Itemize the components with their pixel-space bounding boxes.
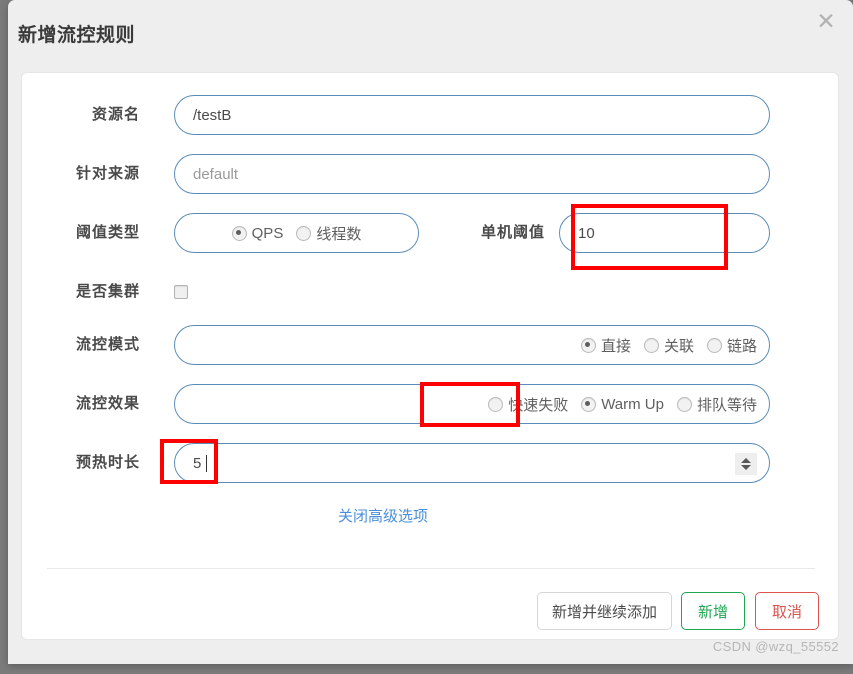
footer-divider	[47, 568, 815, 569]
form-row-threshold-type: 阈值类型 QPS 线程数 单机阈值 10	[22, 213, 840, 253]
single-threshold-label: 单机阈值	[480, 224, 545, 241]
warmup-duration-input[interactable]: 5	[174, 443, 770, 483]
radio-unchecked-icon	[706, 337, 722, 353]
spinner-updown-icon[interactable]	[735, 453, 757, 475]
form-row-origin: 针对来源 default	[22, 154, 840, 194]
add-and-continue-button[interactable]: 新增并继续添加	[537, 592, 672, 630]
radio-unchecked-icon	[488, 396, 504, 412]
form-row-warmup-duration: 预热时长 5	[22, 443, 840, 483]
flow-effect-label: 流控效果	[75, 395, 140, 412]
flow-mode-option-direct-label: 直接	[600, 337, 631, 355]
resource-name-label: 资源名	[91, 106, 140, 123]
flow-effect-option-queue-label: 排队等待	[696, 396, 757, 414]
form-row-resource-name: 资源名 /testB	[22, 95, 840, 135]
spinner-down-arrow-icon[interactable]	[741, 465, 751, 470]
resource-name-input[interactable]: /testB	[174, 95, 770, 135]
close-icon[interactable]: ✕	[811, 6, 841, 36]
warmup-duration-label: 预热时长	[75, 454, 140, 471]
radio-checked-icon	[580, 337, 596, 353]
flow-mode-radio-group[interactable]: 直接 关联 链路	[174, 325, 770, 365]
flow-mode-option-direct[interactable]: 直接	[580, 335, 631, 356]
flow-mode-label: 流控模式	[75, 336, 140, 353]
flow-effect-option-fast-fail[interactable]: 快速失败	[488, 394, 568, 415]
single-threshold-input[interactable]: 10	[559, 213, 770, 253]
form-row-flow-effect: 流控效果 快速失败 Warm Up 排队等待	[22, 384, 840, 424]
threshold-type-option-threads-label: 线程数	[316, 225, 362, 243]
flow-mode-option-chain-label: 链路	[726, 337, 757, 355]
radio-unchecked-icon	[296, 225, 312, 241]
radio-unchecked-icon	[676, 396, 692, 412]
flow-effect-radio-group[interactable]: 快速失败 Warm Up 排队等待	[174, 384, 770, 424]
flow-effect-option-fast-fail-label: 快速失败	[508, 396, 569, 414]
form-card: 资源名 /testB 针对来源 default 阈值类型 QPS 线程数 单机阈…	[21, 72, 839, 640]
threshold-type-option-qps-label: QPS	[251, 224, 284, 242]
origin-label: 针对来源	[75, 165, 140, 182]
spinner-up-arrow-icon[interactable]	[741, 458, 751, 463]
cancel-button[interactable]: 取消	[755, 592, 819, 630]
flow-effect-option-queue[interactable]: 排队等待	[676, 394, 757, 415]
radio-checked-icon	[581, 396, 597, 412]
threshold-type-label: 阈值类型	[75, 224, 140, 241]
threshold-type-radio-group[interactable]: QPS 线程数	[174, 213, 419, 253]
threshold-type-option-threads[interactable]: 线程数	[296, 223, 361, 244]
add-button[interactable]: 新增	[681, 592, 745, 630]
add-flow-rule-dialog: 新增流控规则 ✕ 资源名 /testB 针对来源 default 阈值类型 QP…	[8, 0, 853, 664]
origin-value: default	[193, 166, 239, 183]
resource-name-value: /testB	[193, 107, 232, 124]
cluster-label: 是否集群	[75, 283, 140, 300]
flow-effect-option-warm-up-label: Warm Up	[601, 395, 664, 413]
radio-checked-icon	[231, 225, 247, 241]
text-cursor	[206, 455, 207, 472]
flow-effect-option-warm-up[interactable]: Warm Up	[581, 396, 664, 413]
warmup-duration-value: 5	[193, 455, 202, 472]
single-threshold-value: 10	[578, 225, 595, 242]
radio-unchecked-icon	[643, 337, 659, 353]
dialog-header: 新增流控规则 ✕	[8, 0, 853, 68]
origin-input[interactable]: default	[174, 154, 770, 194]
form-row-flow-mode: 流控模式 直接 关联 链路	[22, 325, 840, 365]
threshold-type-option-qps[interactable]: QPS	[231, 224, 284, 242]
watermark: CSDN @wzq_55552	[712, 639, 839, 654]
cluster-checkbox[interactable]	[174, 285, 188, 299]
dialog-title: 新增流控规则	[18, 25, 136, 46]
flow-mode-option-relate-label: 关联	[663, 337, 694, 355]
flow-mode-option-chain[interactable]: 链路	[706, 335, 757, 356]
flow-mode-option-relate[interactable]: 关联	[643, 335, 694, 356]
form-row-cluster: 是否集群	[22, 272, 840, 312]
toggle-advanced-options-link[interactable]: 关闭高级选项	[0, 505, 792, 526]
